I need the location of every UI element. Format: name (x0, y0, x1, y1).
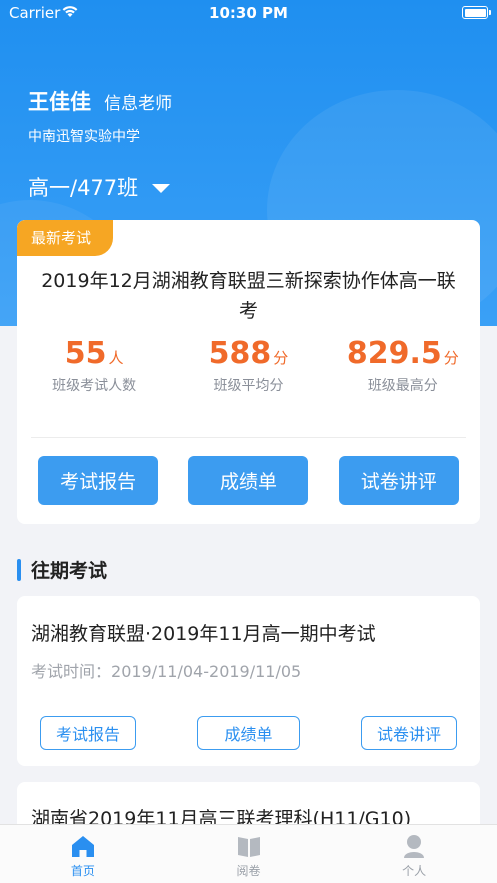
past-exams-heading: 往期考试 (17, 556, 107, 583)
stat-participants: 55 人 班级考试人数 (17, 336, 171, 395)
exam-report-button[interactable]: 考试报告 (38, 456, 159, 505)
tab-label: 阅卷 (236, 864, 261, 878)
book-icon (237, 837, 260, 857)
caret-down-icon (152, 183, 171, 193)
latest-exam-tag: 最新考试 (17, 220, 114, 256)
stat-unit: 分 (443, 349, 459, 367)
stat-value: 55 (64, 336, 107, 371)
clock: 10:30 PM (209, 4, 288, 22)
stat-value: 588 (208, 336, 272, 371)
latest-exam-actions: 考试报告 成绩单 试卷讲评 (17, 456, 480, 505)
person-icon (404, 835, 425, 858)
stat-value: 829.5 (346, 336, 442, 371)
home-icon (71, 836, 94, 857)
stat-label: 班级考试人数 (52, 378, 137, 394)
score-sheet-button[interactable]: 成绩单 (188, 456, 309, 505)
score-sheet-button[interactable]: 成绩单 (197, 716, 300, 750)
stat-unit: 人 (108, 349, 124, 367)
past-exam-card[interactable]: 湖湘教育联盟·2019年11月高一期中考试 考试时间：2019/11/04-20… (17, 596, 480, 766)
tab-label: 个人 (402, 864, 427, 878)
tab-home[interactable]: 首页 (0, 825, 166, 883)
class-selector-label: 高一/477班 (28, 176, 139, 200)
school-name: 中南迅智实验中学 (28, 129, 140, 145)
divider (31, 437, 466, 438)
exam-time-range: 2019/11/04-2019/11/05 (111, 662, 302, 681)
stat-label: 班级平均分 (213, 378, 284, 394)
paper-review-button[interactable]: 试卷讲评 (338, 456, 459, 505)
status-bar: Carrier 10:30 PM (0, 0, 497, 26)
tab-label: 首页 (70, 864, 95, 878)
exam-report-button[interactable]: 考试报告 (40, 716, 137, 750)
teacher-role: 信息老师 (104, 93, 173, 114)
stat-label: 班级最高分 (367, 378, 438, 394)
past-exam-time: 考试时间：2019/11/04-2019/11/05 (31, 658, 301, 682)
latest-exam-title: 2019年12月湖湘教育联盟三新探索协作体高一联考 (41, 270, 456, 322)
tab-grading[interactable]: 阅卷 (166, 825, 332, 883)
heading-accent-bar (17, 558, 21, 581)
teacher-info: 王佳佳 信息老师 (28, 86, 172, 116)
stat-unit: 分 (273, 349, 289, 367)
class-selector[interactable]: 高一/477班 (28, 172, 171, 202)
tab-bar: 首页 阅卷 个人 (0, 824, 497, 883)
teacher-name: 王佳佳 (28, 90, 91, 114)
past-exam-title: 湖湘教育联盟·2019年11月高一期中考试 (31, 623, 376, 645)
paper-review-button[interactable]: 试卷讲评 (360, 716, 457, 750)
stat-average: 588 分 班级平均分 (171, 336, 325, 395)
stat-highest: 829.5 分 班级最高分 (326, 336, 480, 395)
past-exam-actions: 考试报告 成绩单 试卷讲评 (17, 716, 480, 750)
tab-profile[interactable]: 个人 (331, 825, 497, 883)
exam-stats: 55 人 班级考试人数 588 分 班级平均分 829.5 分 班级最高分 (17, 336, 480, 395)
latest-exam-card[interactable]: 最新考试 2019年12月湖湘教育联盟三新探索协作体高一联考 55 人 班级考试人… (17, 220, 480, 524)
battery-icon (462, 6, 491, 19)
past-exams-title: 往期考试 (31, 560, 108, 582)
exam-time-label: 考试时间： (31, 662, 112, 681)
